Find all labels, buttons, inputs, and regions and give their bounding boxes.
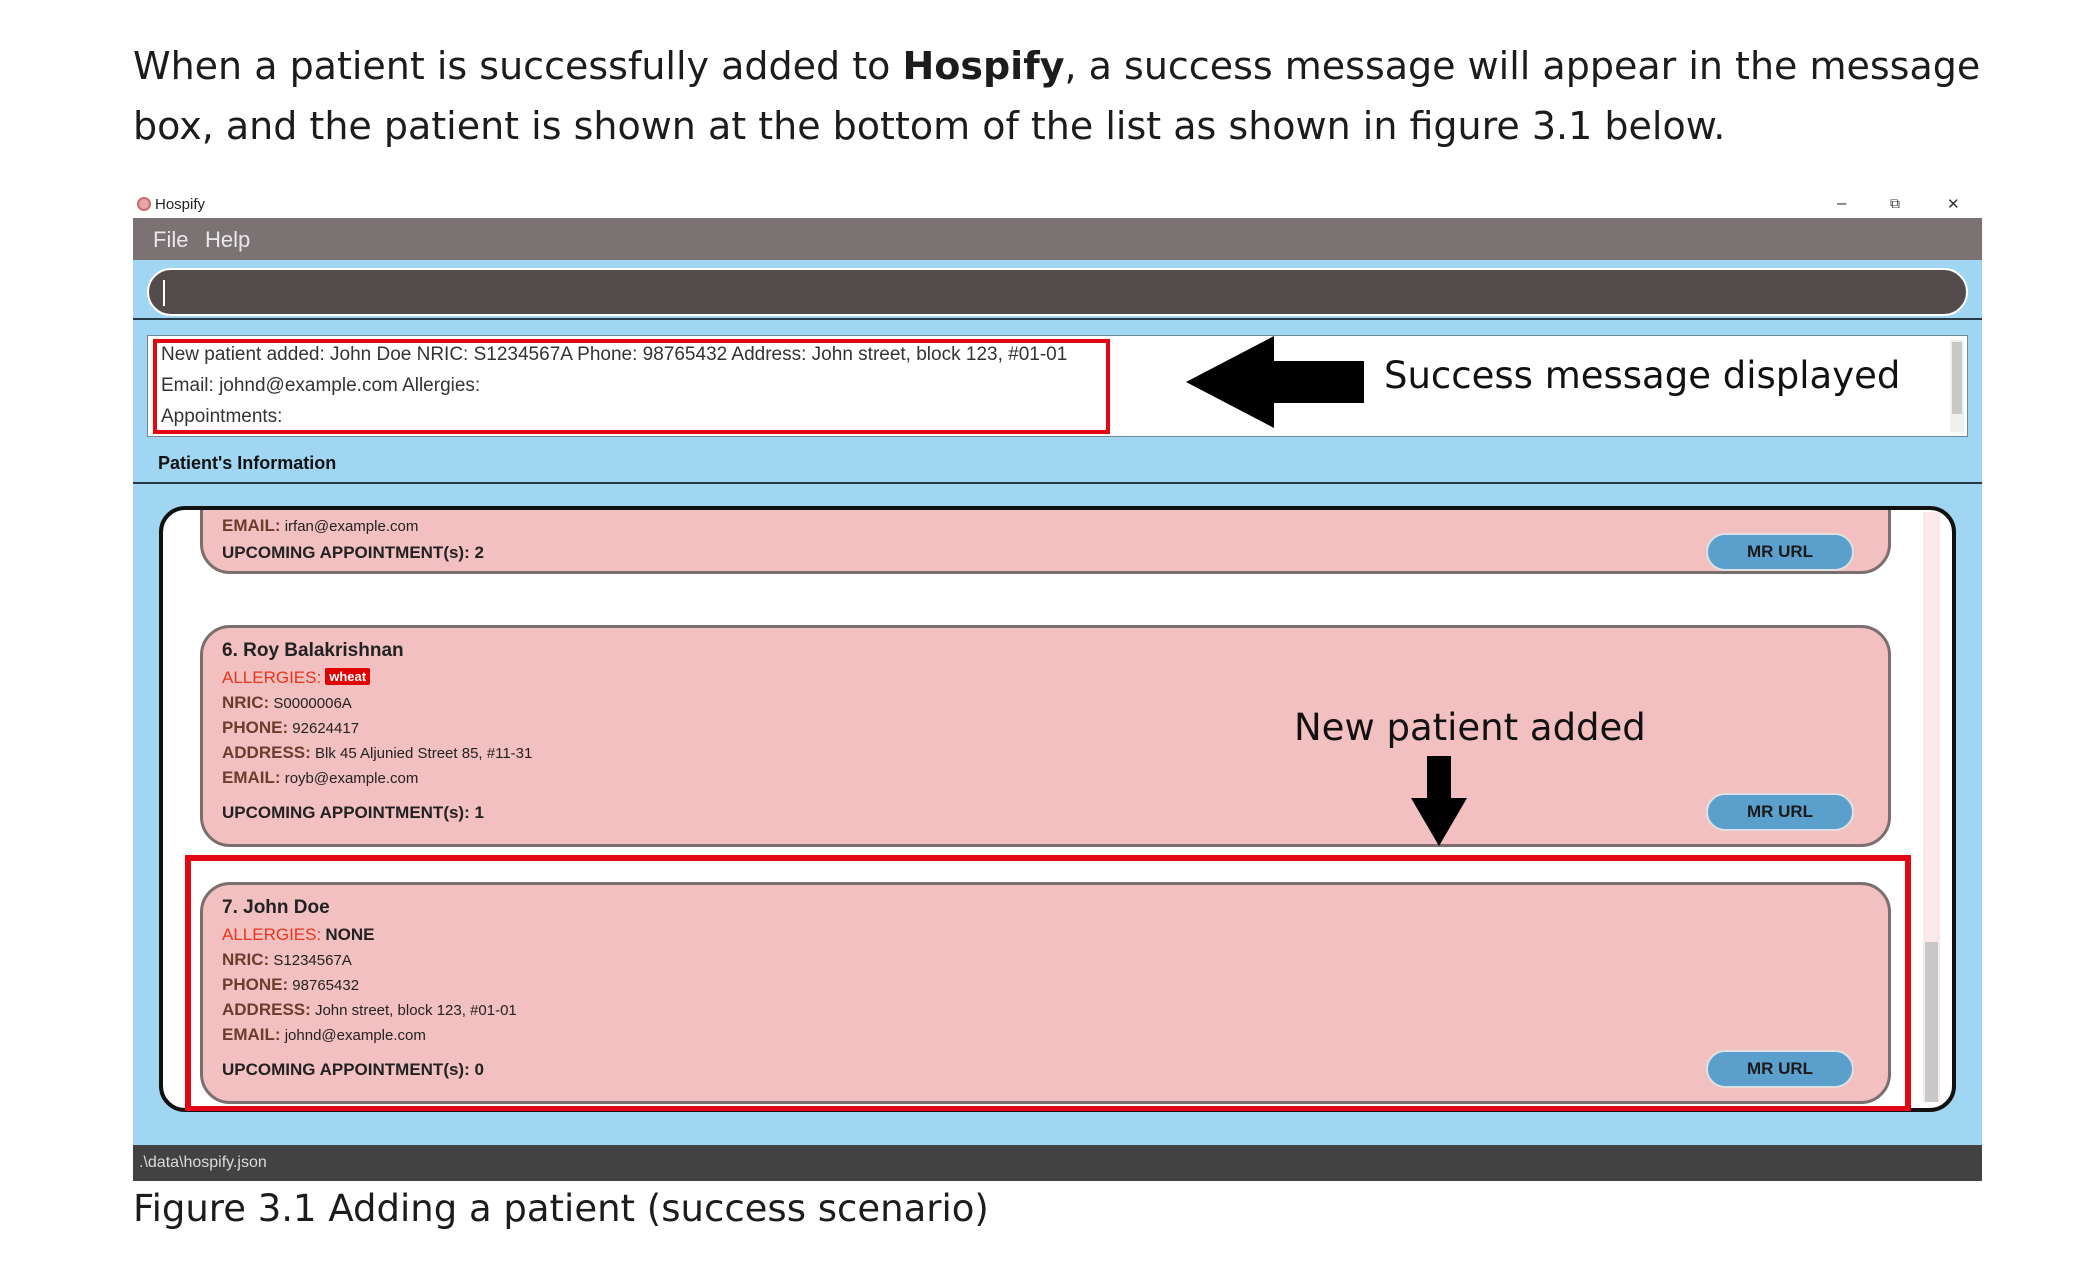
command-input[interactable] bbox=[147, 268, 1968, 316]
patient-card[interactable]: 7. John Doe ALLERGIES: NONE NRIC: S12345… bbox=[200, 882, 1891, 1104]
email-value: johnd@example.com bbox=[284, 1027, 426, 1044]
figure-caption: Figure 3.1 Adding a patient (success sce… bbox=[133, 1187, 989, 1230]
allergies-label: ALLERGIES: bbox=[222, 668, 322, 687]
scrollbar-thumb[interactable] bbox=[1925, 942, 1938, 1102]
nric-value: S0000006A bbox=[273, 695, 352, 712]
intro-app-name: Hospify bbox=[902, 44, 1065, 88]
phone-label: PHONE: bbox=[222, 718, 289, 737]
email-row: EMAIL: royb@example.com bbox=[222, 768, 418, 788]
down-arrow-icon bbox=[1411, 756, 1467, 846]
allergies-label: ALLERGIES: bbox=[222, 925, 322, 944]
patient-name: 7. John Doe bbox=[222, 897, 330, 918]
section-title: Patient's Information bbox=[158, 453, 337, 473]
phone-value: 98765432 bbox=[292, 977, 360, 994]
nric-row: NRIC: S1234567A bbox=[222, 950, 352, 970]
title-bar: Hospify – ⧉ ✕ bbox=[133, 192, 1982, 218]
close-icon[interactable]: ✕ bbox=[1947, 195, 1960, 213]
menu-help[interactable]: Help bbox=[205, 227, 250, 253]
menu-file[interactable]: File bbox=[153, 227, 188, 253]
phone-row: PHONE: 98765432 bbox=[222, 975, 359, 995]
upcoming-appointments: UPCOMING APPOINTMENT(s): 1 bbox=[222, 803, 484, 822]
new-patient-annotation: New patient added bbox=[1294, 706, 1646, 749]
success-annotation: Success message displayed bbox=[1384, 354, 1901, 397]
nric-label: NRIC: bbox=[222, 950, 270, 969]
menu-bar: File Help bbox=[133, 218, 1982, 260]
text-caret bbox=[163, 280, 165, 306]
restore-icon[interactable]: ⧉ bbox=[1890, 195, 1900, 212]
address-row: ADDRESS: Blk 45 Aljunied Street 85, #11-… bbox=[222, 743, 532, 763]
address-value: John street, block 123, #01-01 bbox=[314, 1002, 517, 1019]
allergies-row: ALLERGIES: NONE bbox=[222, 925, 375, 945]
patient-info-header: Patient's Information bbox=[133, 444, 1982, 484]
upcoming-appointments: UPCOMING APPOINTMENT(s): 0 bbox=[222, 1060, 484, 1079]
left-arrow-icon bbox=[1186, 336, 1364, 428]
result-scrollbar[interactable] bbox=[1950, 340, 1964, 432]
intro-paragraph: When a patient is successfully added to … bbox=[133, 36, 1993, 156]
email-row: EMAIL: irfan@example.com bbox=[222, 516, 418, 536]
allergies-value: NONE bbox=[325, 925, 375, 944]
allergy-tag: wheat bbox=[325, 668, 371, 685]
patient-list[interactable]: EMAIL: irfan@example.com UPCOMING APPOIN… bbox=[159, 506, 1956, 1112]
mr-url-button[interactable]: MR URL bbox=[1706, 793, 1854, 831]
phone-value: 92624417 bbox=[292, 720, 360, 737]
email-row: EMAIL: johnd@example.com bbox=[222, 1025, 426, 1045]
patient-card[interactable]: EMAIL: irfan@example.com UPCOMING APPOIN… bbox=[200, 510, 1891, 574]
upcoming-appointments: UPCOMING APPOINTMENT(s): 2 bbox=[222, 543, 484, 562]
email-value: royb@example.com bbox=[284, 770, 419, 787]
command-area bbox=[133, 260, 1982, 320]
phone-label: PHONE: bbox=[222, 975, 289, 994]
email-label: EMAIL: bbox=[222, 1025, 281, 1044]
success-message-highlight bbox=[153, 339, 1110, 434]
allergies-row: ALLERGIES: wheat bbox=[222, 668, 371, 688]
intro-text: When a patient is successfully added to bbox=[133, 44, 903, 88]
nric-label: NRIC: bbox=[222, 693, 270, 712]
list-scrollbar[interactable] bbox=[1923, 512, 1940, 1102]
nric-value: S1234567A bbox=[273, 952, 352, 969]
mr-url-button[interactable]: MR URL bbox=[1706, 1050, 1854, 1088]
address-row: ADDRESS: John street, block 123, #01-01 bbox=[222, 1000, 517, 1020]
minimize-icon[interactable]: – bbox=[1837, 193, 1846, 213]
mr-url-button[interactable]: MR URL bbox=[1706, 533, 1854, 571]
email-label: EMAIL: bbox=[222, 516, 281, 535]
email-value: irfan@example.com bbox=[284, 518, 419, 535]
status-bar: .\data\hospify.json bbox=[133, 1145, 1982, 1181]
data-file-path: .\data\hospify.json bbox=[139, 1154, 267, 1171]
hospify-window: Hospify – ⧉ ✕ File Help New patient adde… bbox=[133, 192, 1982, 1181]
patient-name: 6. Roy Balakrishnan bbox=[222, 640, 404, 661]
app-logo-icon bbox=[137, 197, 151, 211]
window-title: Hospify bbox=[155, 196, 206, 213]
scrollbar-thumb[interactable] bbox=[1952, 342, 1962, 414]
email-label: EMAIL: bbox=[222, 768, 281, 787]
address-label: ADDRESS: bbox=[222, 1000, 311, 1019]
phone-row: PHONE: 92624417 bbox=[222, 718, 359, 738]
nric-row: NRIC: S0000006A bbox=[222, 693, 352, 713]
address-label: ADDRESS: bbox=[222, 743, 311, 762]
address-value: Blk 45 Aljunied Street 85, #11-31 bbox=[314, 745, 533, 762]
